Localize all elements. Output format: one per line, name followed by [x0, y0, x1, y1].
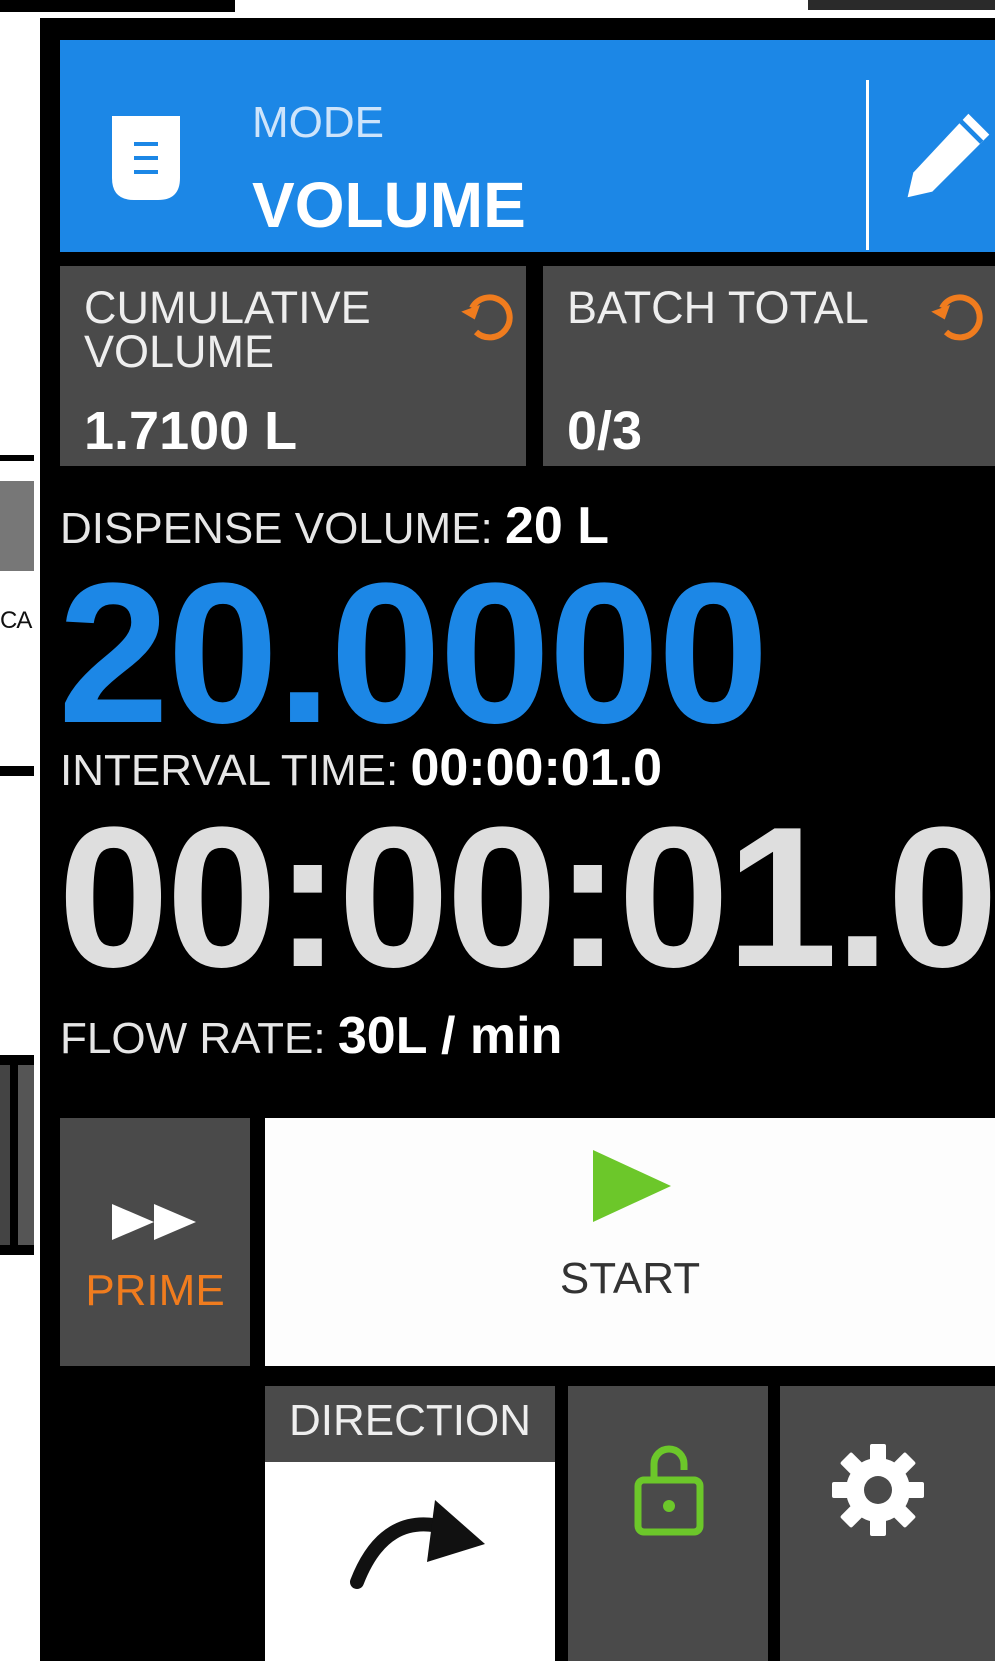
fragment-panel	[18, 1065, 34, 1245]
direction-control: DIRECTION	[265, 1386, 555, 1661]
fragment-panel	[0, 481, 34, 571]
flow-rate-value: 30L / min	[337, 1007, 563, 1065]
direction-button[interactable]	[265, 1462, 555, 1661]
mode-value: VOLUME	[252, 169, 526, 241]
background-fragment	[808, 0, 995, 10]
gear-icon	[832, 1444, 924, 1536]
direction-arrow-icon	[350, 1500, 485, 1589]
lock-button[interactable]	[568, 1386, 768, 1661]
start-label: START	[559, 1254, 701, 1303]
mode-bar[interactable]: MODE VOLUME	[60, 40, 995, 252]
edit-icon[interactable]	[900, 108, 995, 203]
prime-label: PRIME	[85, 1266, 225, 1315]
settings-button[interactable]	[780, 1386, 995, 1661]
divider	[866, 80, 869, 250]
background-fragment	[0, 1055, 34, 1255]
document-icon	[112, 116, 180, 200]
fragment-panel	[0, 1065, 10, 1245]
cumulative-volume-card: CUMULATIVE VOLUME 1.7100 L	[60, 266, 526, 466]
reset-icon[interactable]	[928, 286, 988, 346]
fast-forward-icon	[112, 1204, 196, 1240]
batch-total-card: BATCH TOTAL 0/3	[543, 266, 995, 466]
pump-screen: MODE VOLUME CUMULATIVE VOLUME 1.7100 L B…	[40, 18, 995, 1661]
dispense-volume-display[interactable]: 20.0000	[58, 554, 769, 754]
direction-label: DIRECTION	[289, 1396, 531, 1445]
mode-label: MODE	[252, 98, 384, 147]
flow-rate-label: FLOW RATE: 30L / min	[60, 1007, 563, 1065]
batch-total-label: BATCH TOTAL	[567, 282, 869, 333]
batch-total-value: 0/3	[567, 401, 643, 461]
start-button[interactable]: START	[265, 1118, 995, 1366]
cumulative-volume-value: 1.7100 L	[84, 401, 298, 461]
fragment-text: CA	[0, 607, 32, 634]
background-fragment	[0, 0, 235, 12]
background-fragment: CA	[0, 455, 34, 776]
prime-button[interactable]: PRIME	[60, 1118, 250, 1366]
reset-icon[interactable]	[458, 286, 518, 346]
interval-time-display[interactable]: 00:00:01.0	[58, 798, 995, 998]
play-icon	[593, 1150, 671, 1222]
cumulative-volume-label: CUMULATIVE VOLUME	[84, 282, 371, 377]
unlock-icon	[634, 1445, 704, 1536]
